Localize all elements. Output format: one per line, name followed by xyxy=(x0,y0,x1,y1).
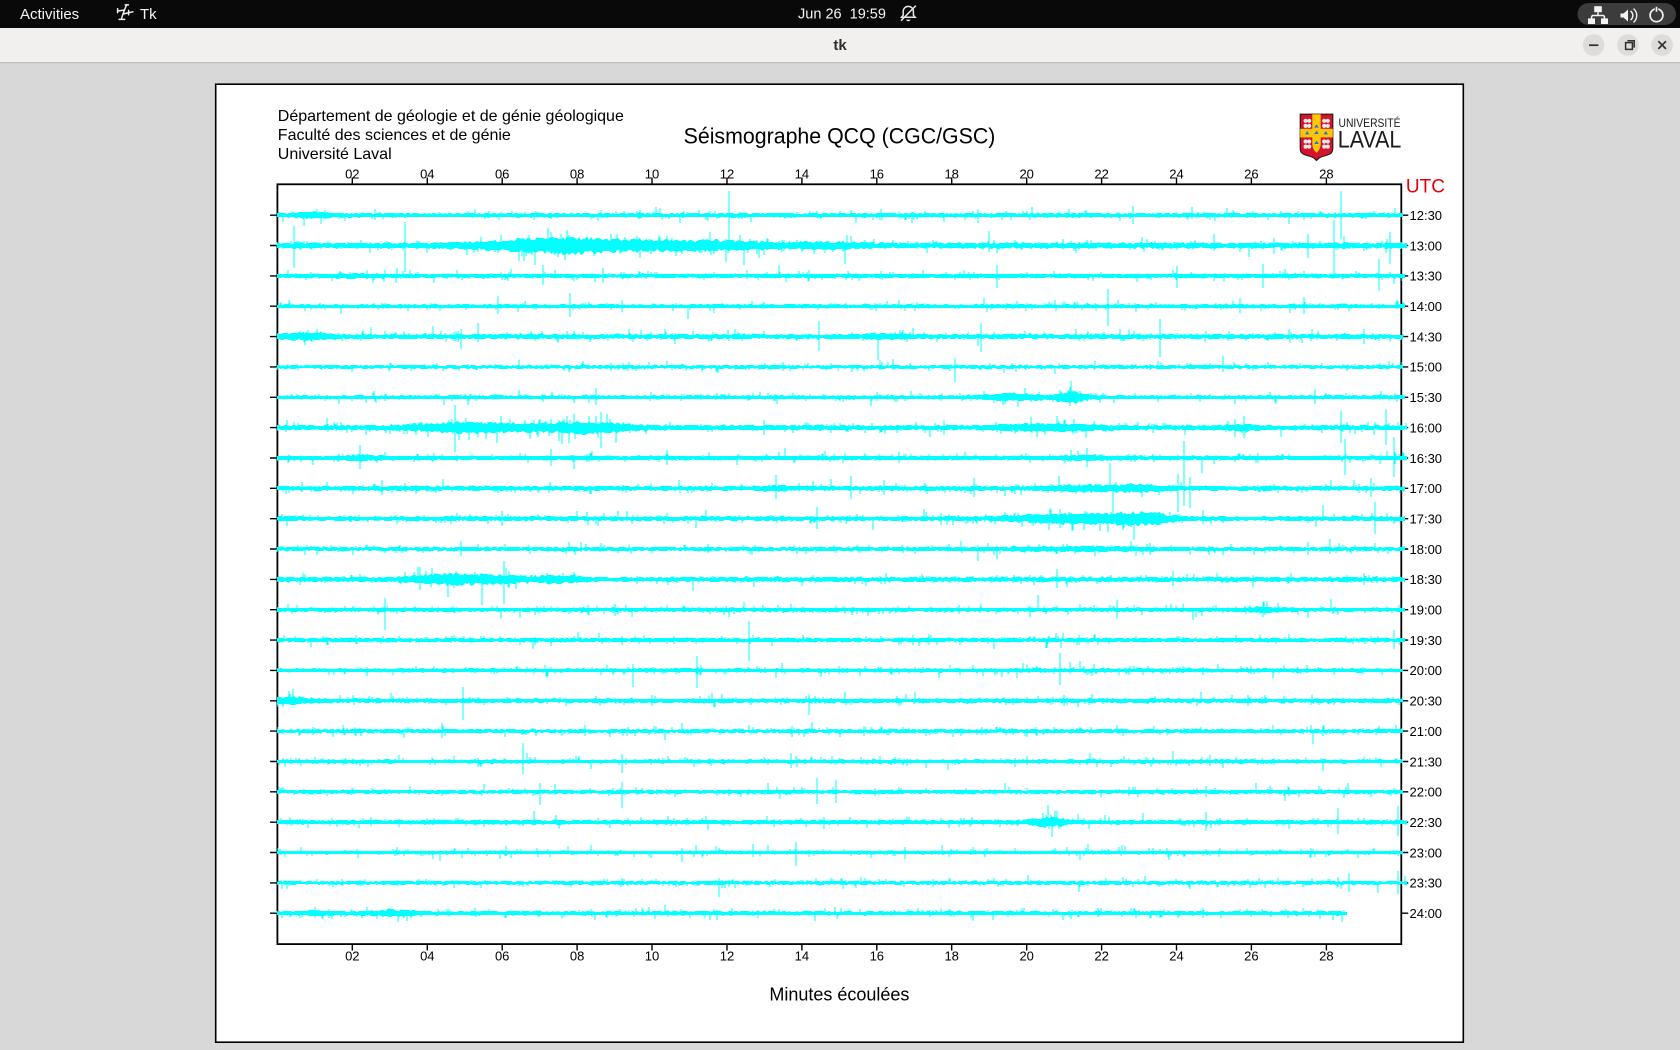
svg-text:26: 26 xyxy=(1244,948,1258,963)
svg-text:Département de géologie et de: Département de géologie et de génie géol… xyxy=(278,108,624,125)
svg-text:20: 20 xyxy=(1019,948,1033,963)
svg-text:10: 10 xyxy=(645,948,659,963)
svg-text:Faculté des sciences et de gén: Faculté des sciences et de génie xyxy=(278,127,511,144)
svg-text:06: 06 xyxy=(495,166,509,181)
svg-text:12: 12 xyxy=(720,166,734,181)
svg-text:17:30: 17:30 xyxy=(1410,512,1443,527)
svg-text:Tk: Tk xyxy=(140,6,157,23)
svg-text:22:00: 22:00 xyxy=(1410,785,1443,800)
svg-text:19:00: 19:00 xyxy=(1410,603,1443,618)
svg-text:17:00: 17:00 xyxy=(1410,481,1443,496)
svg-text:06: 06 xyxy=(495,948,509,963)
svg-text:18: 18 xyxy=(944,166,958,181)
svg-text:16:00: 16:00 xyxy=(1410,420,1443,435)
svg-text:04: 04 xyxy=(420,948,434,963)
svg-text:15:00: 15:00 xyxy=(1410,360,1443,375)
svg-text:24:00: 24:00 xyxy=(1410,906,1443,921)
svg-text:tk: tk xyxy=(833,37,847,54)
svg-text:Séismographe QCQ (CGC/GSC): Séismographe QCQ (CGC/GSC) xyxy=(684,124,996,149)
svg-text:Jun 26 19:59: Jun 26 19:59 xyxy=(798,7,886,23)
svg-text:12: 12 xyxy=(720,948,734,963)
svg-text:15:30: 15:30 xyxy=(1410,390,1443,405)
svg-text:28: 28 xyxy=(1319,166,1333,181)
svg-text:13:30: 13:30 xyxy=(1410,269,1443,284)
svg-text:04: 04 xyxy=(420,166,434,181)
svg-text:21:30: 21:30 xyxy=(1410,754,1443,769)
svg-text:16: 16 xyxy=(870,948,884,963)
svg-text:Minutes écoulées: Minutes écoulées xyxy=(769,984,909,1004)
svg-text:Activities: Activities xyxy=(20,6,79,23)
svg-text:24: 24 xyxy=(1169,948,1183,963)
svg-text:14: 14 xyxy=(795,166,809,181)
svg-text:18:00: 18:00 xyxy=(1410,542,1443,557)
svg-text:22: 22 xyxy=(1094,948,1108,963)
svg-text:14:00: 14:00 xyxy=(1410,299,1443,314)
svg-text:08: 08 xyxy=(570,166,584,181)
svg-text:19:30: 19:30 xyxy=(1410,633,1443,648)
svg-text:20:00: 20:00 xyxy=(1410,663,1443,678)
svg-text:16: 16 xyxy=(870,166,884,181)
svg-text:18: 18 xyxy=(944,948,958,963)
svg-text:13:00: 13:00 xyxy=(1410,238,1443,253)
svg-text:14:30: 14:30 xyxy=(1410,329,1443,344)
svg-text:12:30: 12:30 xyxy=(1410,208,1443,223)
svg-text:02: 02 xyxy=(345,948,359,963)
svg-text:28: 28 xyxy=(1319,948,1333,963)
svg-text:18:30: 18:30 xyxy=(1410,572,1443,587)
svg-text:20:30: 20:30 xyxy=(1410,694,1443,709)
svg-text:02: 02 xyxy=(345,166,359,181)
svg-text:20: 20 xyxy=(1019,166,1033,181)
svg-text:22: 22 xyxy=(1094,166,1108,181)
svg-text:22:30: 22:30 xyxy=(1410,815,1443,830)
svg-text:26: 26 xyxy=(1244,166,1258,181)
svg-text:24: 24 xyxy=(1169,166,1183,181)
svg-text:UTC: UTC xyxy=(1406,176,1445,197)
svg-text:21:00: 21:00 xyxy=(1410,724,1443,739)
svg-text:14: 14 xyxy=(795,948,809,963)
svg-text:16:30: 16:30 xyxy=(1410,451,1443,466)
svg-text:LAVAL: LAVAL xyxy=(1338,126,1402,153)
svg-text:23:00: 23:00 xyxy=(1410,845,1443,860)
svg-text:10: 10 xyxy=(645,166,659,181)
svg-text:Université Laval: Université Laval xyxy=(278,146,392,163)
svg-text:08: 08 xyxy=(570,948,584,963)
svg-text:23:30: 23:30 xyxy=(1410,876,1443,891)
